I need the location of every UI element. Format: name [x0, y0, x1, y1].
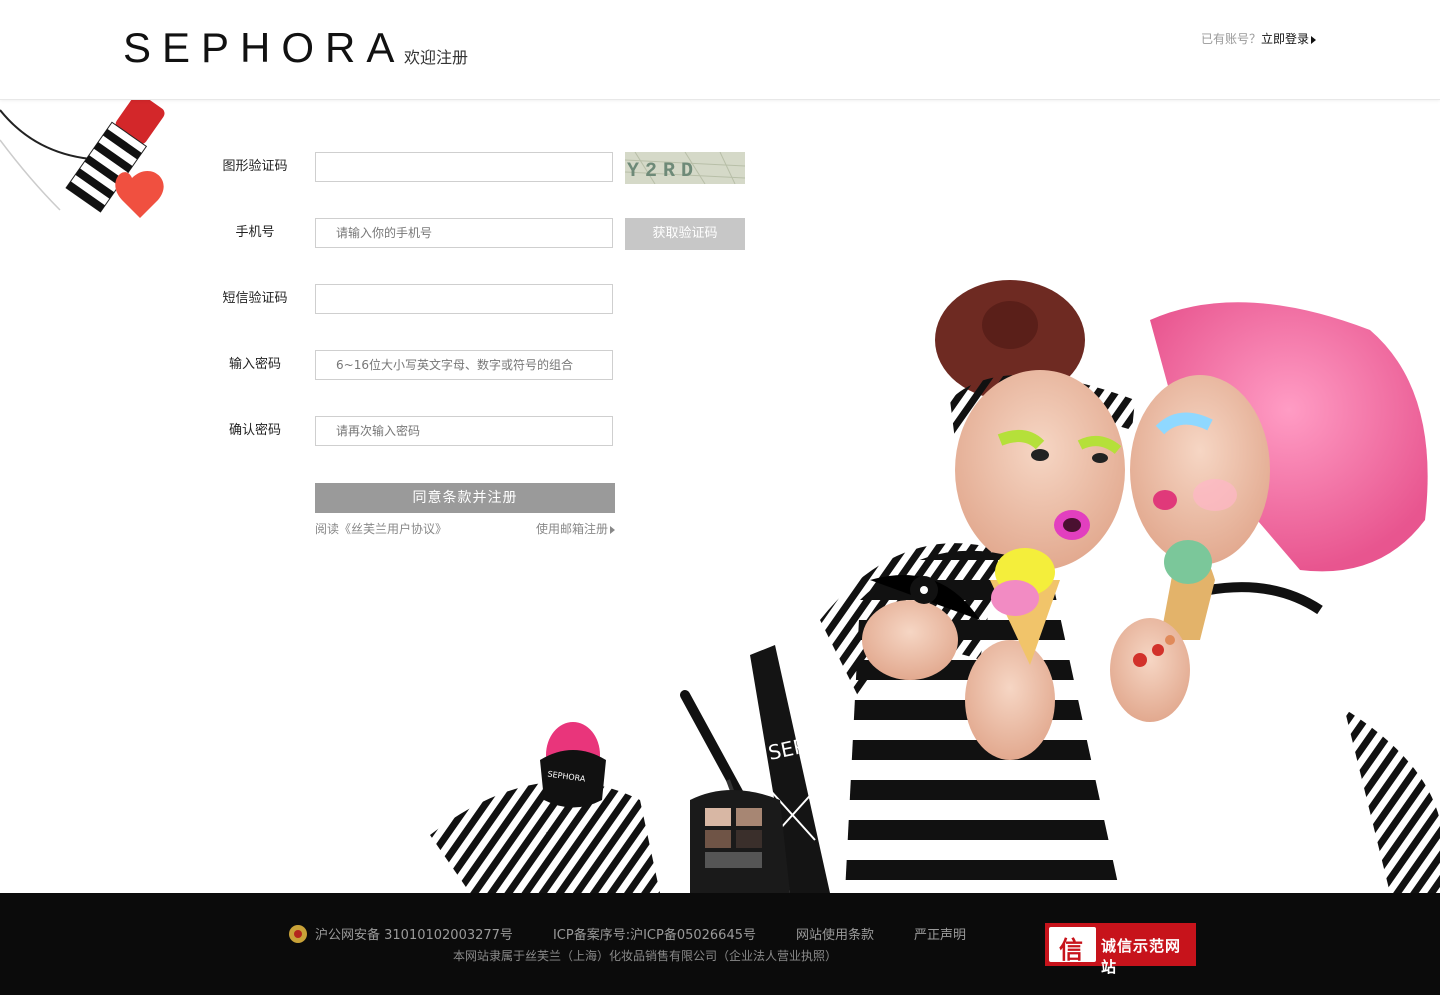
footer-links: 沪公网安备 31010102003277号 ICP备案序号:沪ICP备050266…	[289, 924, 1006, 945]
has-account-text: 已有账号？	[1200, 32, 1261, 46]
captcha-row: 图形验证码 Y2RD	[0, 152, 760, 184]
login-link[interactable]: 立即登录	[1261, 32, 1309, 46]
sms-row: 短信验证码	[0, 284, 760, 314]
site-footer: 沪公网安备 31010102003277号 ICP备案序号:沪ICP备050266…	[0, 893, 1440, 995]
phone-input[interactable]	[315, 218, 613, 248]
password-label: 输入密码	[228, 357, 281, 372]
arrow-right-icon	[610, 525, 616, 534]
register-main: SEPHORA SEP 图形验证码 Y2RD 手机号 请输入你的手机号 获取验证…	[0, 100, 1440, 893]
statement-link[interactable]: 严正声明	[914, 928, 966, 943]
confirm-password-row: 确认密码	[0, 416, 760, 446]
confirm-password-input[interactable]	[315, 416, 613, 446]
arrow-right-icon	[1311, 35, 1316, 44]
login-hint: 已有账号？立即登录	[1201, 30, 1316, 47]
password-input[interactable]	[315, 350, 613, 380]
phone-label: 手机号	[235, 225, 275, 240]
agree-register-button[interactable]: 同意条款并注册	[315, 483, 615, 513]
sms-code-input[interactable]	[315, 284, 613, 314]
get-sms-code-button[interactable]: 获取验证码	[625, 218, 745, 250]
sms-code-label: 短信验证码	[222, 291, 288, 306]
sephora-logo[interactable]: SEPHORA	[123, 24, 405, 72]
trust-badge-label: 诚信示范网站	[1101, 937, 1182, 976]
trust-seal-icon: 信	[1049, 927, 1096, 964]
eyeshadow-palette-illustration	[690, 790, 790, 893]
email-register-link[interactable]: 使用邮箱注册	[536, 520, 616, 537]
captcha-input[interactable]	[315, 152, 613, 182]
phone-row: 手机号 获取验证码	[0, 218, 760, 250]
password-row: 输入密码	[0, 350, 760, 380]
page-title: 欢迎注册	[404, 48, 469, 67]
email-register-label: 使用邮箱注册	[536, 522, 609, 536]
captcha-text: Y2RD	[627, 160, 699, 183]
lip-balm-illustration: SEPHORA	[540, 722, 606, 808]
icp-link[interactable]: ICP备案序号:沪ICP备05026645号	[553, 928, 756, 943]
terms-link[interactable]: 网站使用条款	[796, 928, 874, 943]
copyright-text: 本网站隶属于丝芙兰（上海）化妆品销售有限公司（企业法人营业执照）	[453, 949, 838, 963]
user-agreement-link[interactable]: 阅读《丝芙兰用户协议》	[315, 520, 447, 537]
captcha-label: 图形验证码	[222, 159, 288, 174]
confirm-password-label: 确认密码	[228, 423, 281, 438]
police-record-link[interactable]: 沪公网安备 31010102003277号	[315, 928, 513, 943]
captcha-image[interactable]: Y2RD	[625, 152, 745, 184]
police-badge-icon	[289, 924, 307, 943]
trust-badge[interactable]: 信 诚信示范网站	[1045, 923, 1196, 976]
model-left-illustration	[845, 280, 1135, 893]
site-header: SEPHORA 欢迎注册 已有账号？立即登录	[0, 0, 1440, 100]
